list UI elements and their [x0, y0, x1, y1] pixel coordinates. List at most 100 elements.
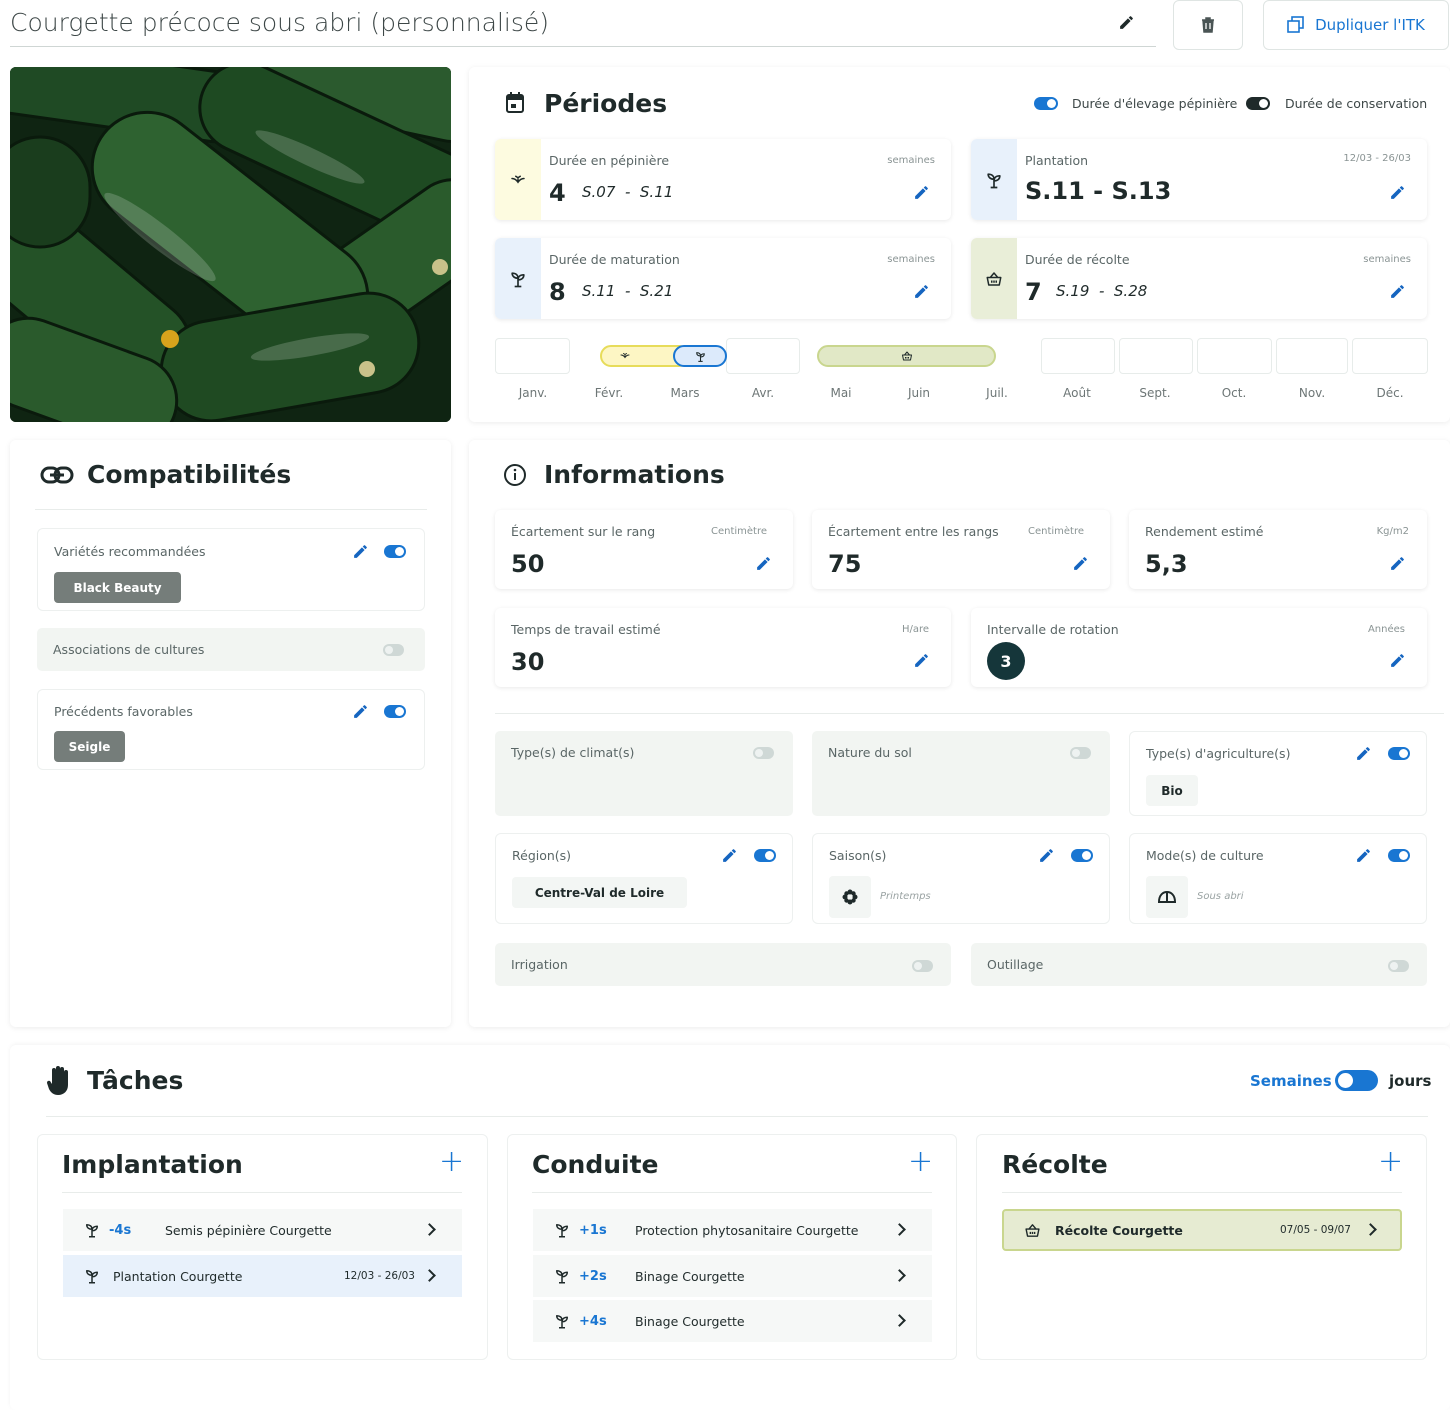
sprout-icon — [83, 1221, 101, 1239]
task-row[interactable]: +1s Protection phytosanitaire Courgette — [533, 1209, 932, 1251]
agri-chip[interactable]: Bio — [1146, 775, 1198, 806]
task-row[interactable]: Récolte Courgette 07/05 - 09/07 — [1002, 1209, 1402, 1251]
conservation-toggle[interactable] — [1246, 97, 1270, 110]
edit-plantation-icon[interactable] — [1389, 184, 1406, 201]
climat-label: Type(s) de climat(s) — [511, 745, 635, 760]
mode-toggle[interactable] — [1388, 849, 1410, 862]
edit-ecart-rang-icon[interactable] — [755, 555, 772, 572]
recolte-unit: semaines — [1363, 254, 1411, 265]
task-dates: 07/05 - 09/07 — [1280, 1224, 1351, 1236]
pepiniere-value: 4 — [549, 179, 566, 207]
pepiniere-range: S.07 - S.11 — [582, 183, 673, 201]
irrigation-toggle[interactable] — [912, 960, 933, 972]
card-pepiniere: Durée en pépinière semaines 4 S.07 - S.1… — [495, 139, 951, 220]
task-row[interactable]: +2s Binage Courgette — [533, 1255, 932, 1297]
region-toggle[interactable] — [754, 849, 776, 862]
plantation-icon-box — [971, 139, 1017, 220]
varietes-toggle[interactable] — [384, 545, 406, 558]
agri-toggle[interactable] — [1388, 747, 1410, 760]
agri-label: Type(s) d'agriculture(s) — [1146, 746, 1291, 761]
edit-ecart-rangs-icon[interactable] — [1072, 555, 1089, 572]
pepiniere-toggle[interactable] — [1034, 97, 1058, 110]
task-name: Récolte Courgette — [1055, 1222, 1183, 1238]
edit-saison-icon[interactable] — [1038, 847, 1055, 864]
plantation-dates: 12/03 - 26/03 — [1343, 153, 1411, 164]
edit-recolte-icon[interactable] — [1389, 283, 1406, 300]
edit-agri-icon[interactable] — [1355, 745, 1372, 762]
climat-toggle[interactable] — [753, 747, 774, 759]
plantation-range: S.11 - S.13 — [1025, 177, 1171, 205]
implantation-divider — [62, 1192, 462, 1193]
saison-toggle[interactable] — [1071, 849, 1093, 862]
copy-icon — [1287, 16, 1304, 33]
conduite-title: Conduite — [532, 1150, 659, 1179]
temps-label: Temps de travail estimé — [511, 622, 661, 637]
sol-toggle[interactable] — [1070, 747, 1091, 759]
task-offset: +1s — [579, 1222, 607, 1238]
associations-card: Associations de cultures — [37, 628, 425, 671]
month-label: Déc. — [1376, 386, 1404, 400]
task-row[interactable]: -4s Semis pépinière Courgette — [63, 1209, 462, 1251]
implantation-title: Implantation — [62, 1150, 243, 1179]
irrigation-card: Irrigation — [495, 943, 951, 986]
month-box — [1041, 338, 1115, 374]
recolte-sep: - — [1098, 282, 1105, 300]
temps-unit: H/are — [901, 624, 929, 635]
edit-rendement-icon[interactable] — [1389, 555, 1406, 572]
periodes-title: Périodes — [544, 89, 668, 118]
chevron-right-icon — [423, 1223, 436, 1236]
add-conduite-button[interactable]: + — [908, 1147, 933, 1177]
delete-button[interactable] — [1173, 0, 1243, 50]
ecart-rang-label: Écartement sur le rang — [511, 524, 656, 539]
outillage-toggle[interactable] — [1388, 960, 1409, 972]
task-row[interactable]: +4s Binage Courgette — [533, 1300, 932, 1342]
month-label: Mai — [830, 386, 852, 400]
duplicate-button[interactable]: Dupliquer l'ITK — [1263, 0, 1449, 50]
greenhouse-icon — [1157, 890, 1177, 903]
edit-maturation-icon[interactable] — [913, 283, 930, 300]
outillage-label: Outillage — [987, 957, 1044, 972]
sprout-icon — [508, 269, 528, 289]
edit-varietes-icon[interactable] — [352, 543, 369, 560]
varietes-chip[interactable]: Black Beauty — [54, 572, 181, 603]
associations-toggle[interactable] — [383, 644, 404, 656]
task-name: Binage Courgette — [635, 1313, 745, 1329]
crop-photo — [10, 67, 451, 422]
edit-pepiniere-icon[interactable] — [913, 184, 930, 201]
sprout-icon — [984, 170, 1004, 190]
edit-region-icon[interactable] — [721, 847, 738, 864]
edit-mode-icon[interactable] — [1355, 847, 1372, 864]
chevron-right-icon — [893, 1223, 906, 1236]
ecart-rang-unit: Centimètre — [710, 526, 767, 537]
irrigation-label: Irrigation — [511, 957, 568, 972]
month-box — [495, 338, 570, 374]
region-chip[interactable]: Centre-Val de Loire — [512, 877, 687, 908]
recolte-range: S.19 - S.28 — [1056, 282, 1147, 300]
plantation-start: S.11 — [1025, 177, 1085, 205]
edit-rotation-icon[interactable] — [1389, 652, 1406, 669]
edit-title-icon[interactable] — [1118, 14, 1135, 31]
task-row[interactable]: Plantation Courgette 12/03 - 26/03 — [63, 1255, 462, 1297]
maturation-icon-box — [495, 238, 541, 319]
card-recolte: Durée de récolte semaines 7 S.19 - S.28 — [971, 238, 1427, 319]
calendar-icon — [506, 92, 524, 113]
chevron-right-icon — [423, 1269, 436, 1282]
edit-precedents-icon[interactable] — [352, 703, 369, 720]
add-recolte-button[interactable]: + — [1378, 1147, 1403, 1177]
basket-icon — [1024, 1222, 1041, 1239]
recolte-tasks-divider — [1002, 1192, 1402, 1193]
month-label: Mars — [670, 386, 700, 400]
semaines-jours-toggle[interactable] — [1335, 1070, 1378, 1091]
edit-temps-icon[interactable] — [913, 652, 930, 669]
recolte-end: S.28 — [1113, 282, 1148, 300]
month-label: Juil. — [986, 386, 1008, 400]
sol-card: Nature du sol — [812, 731, 1110, 816]
page-title[interactable]: Courgette précoce sous abri (personnalis… — [10, 8, 549, 37]
precedents-chip[interactable]: Seigle — [54, 731, 125, 762]
add-implantation-button[interactable]: + — [439, 1147, 464, 1177]
precedents-toggle[interactable] — [384, 705, 406, 718]
rendement-unit: Kg/m2 — [1376, 526, 1409, 537]
seed-icon — [509, 171, 527, 189]
info-icon — [504, 464, 526, 486]
task-dates: 12/03 - 26/03 — [344, 1270, 415, 1282]
